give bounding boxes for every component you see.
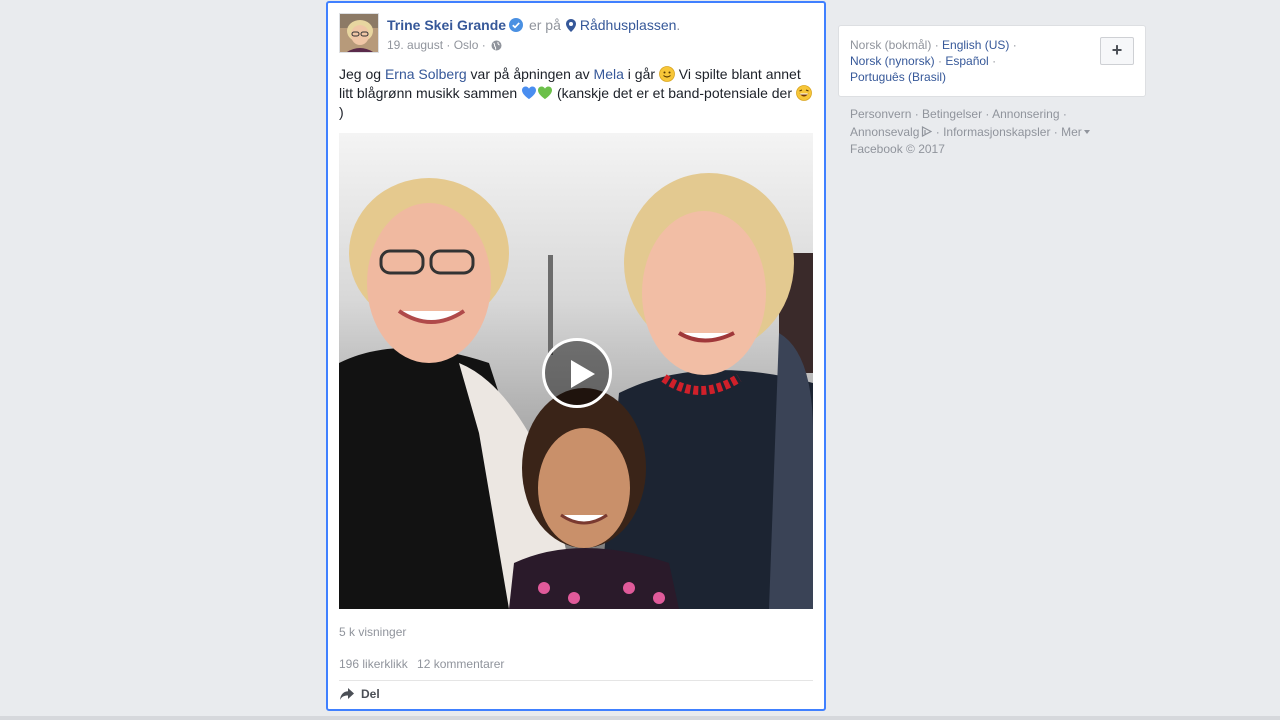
post-text-part: i går (623, 66, 659, 82)
footer-link-annonsevalg[interactable]: Annonsevalg (850, 125, 919, 139)
blue-heart-emoji-icon (521, 85, 537, 101)
share-button[interactable]: Del (339, 687, 380, 701)
share-label: Del (361, 687, 380, 701)
video-player[interactable] (339, 133, 813, 609)
post-text-part: (kanskje det er et band-potensiale der (553, 85, 796, 101)
language-separator: · (1009, 38, 1017, 52)
post-text: Jeg og Erna Solberg var på åpningen av M… (339, 65, 814, 122)
footer-link-informasjonskapsler[interactable]: Informasjonskapsler (943, 125, 1050, 139)
author-avatar[interactable] (339, 13, 379, 53)
mention-erna-solberg-link[interactable]: Erna Solberg (385, 66, 467, 82)
post-text-part: ) (339, 104, 344, 120)
share-arrow-icon (340, 688, 354, 700)
bottom-edge (0, 716, 1280, 720)
language-separator: · (988, 54, 997, 68)
meta-separator: · (478, 38, 490, 52)
footer-links: Personvern · Betingelser · Annonsering ·… (850, 106, 1140, 157)
adchoices-icon (921, 125, 933, 141)
footer-separator: · (932, 125, 944, 139)
post-header-line: Trine Skei Grande er på Rådhusplassen. (387, 16, 680, 36)
footer-link-betingelser[interactable]: Betingelser (922, 107, 982, 121)
author-name-link[interactable]: Trine Skei Grande (387, 17, 506, 33)
smile-emoji-icon (659, 66, 675, 82)
footer-separator: · (1050, 125, 1062, 139)
comments-count-link[interactable]: 12 kommentarer (417, 657, 504, 671)
footer-separator: · (982, 107, 993, 121)
place-suffix: . (676, 17, 681, 33)
post-text-part: Jeg og (339, 66, 385, 82)
globe-privacy-icon[interactable] (491, 39, 502, 55)
place-link[interactable]: Rådhusplassen (580, 17, 677, 33)
post-meta: 19. august · Oslo · (387, 37, 502, 55)
at-text: er på (528, 17, 561, 33)
footer-separator: · (911, 107, 923, 121)
footer-separator: · (1059, 107, 1067, 121)
current-language: Norsk (bokmål) (850, 38, 932, 52)
language-espanol[interactable]: Español (945, 54, 988, 68)
view-count: 5 k visninger (339, 625, 407, 639)
add-language-button[interactable]: + (1100, 37, 1134, 65)
verified-badge-icon (509, 18, 524, 36)
footer-link-personvern[interactable]: Personvern (850, 107, 911, 121)
engagement-stats: 196 likerklikk 12 kommentarer (339, 657, 510, 671)
footer-link-annonsering[interactable]: Annonsering (992, 107, 1059, 121)
post-date-link[interactable]: 19. august (387, 38, 443, 52)
language-separator: · (934, 54, 946, 68)
location-pin-icon (565, 18, 576, 36)
language-list: Norsk (bokmål) · English (US) · Norsk (n… (850, 37, 1050, 85)
language-portugues-brasil[interactable]: Português (Brasil) (850, 70, 946, 84)
post-card: Trine Skei Grande er på Rådhusplassen. 19… (326, 1, 826, 711)
post-header: Trine Skei Grande er på Rådhusplassen. 19… (339, 13, 813, 55)
caret-down-icon (1083, 122, 1090, 138)
language-norsk-nynorsk[interactable]: Norsk (nynorsk) (850, 54, 935, 68)
copyright-text: Facebook © 2017 (850, 142, 945, 156)
post-location-link[interactable]: Oslo (454, 38, 479, 52)
mention-mela-link[interactable]: Mela (594, 66, 624, 82)
laughing-emoji-icon (795, 85, 812, 101)
language-selector: Norsk (bokmål) · English (US) · Norsk (n… (838, 25, 1146, 97)
action-divider (339, 680, 813, 681)
green-heart-emoji-icon (537, 85, 553, 101)
post-text-part: var på åpningen av (466, 66, 594, 82)
meta-separator: · (443, 38, 454, 52)
language-english-us[interactable]: English (US) (942, 38, 1009, 52)
footer-link-mer[interactable]: Mer (1061, 125, 1082, 139)
likes-count-link[interactable]: 196 likerklikk (339, 657, 408, 671)
play-button[interactable] (542, 338, 612, 408)
play-icon (571, 360, 595, 388)
language-separator: · (931, 38, 943, 52)
